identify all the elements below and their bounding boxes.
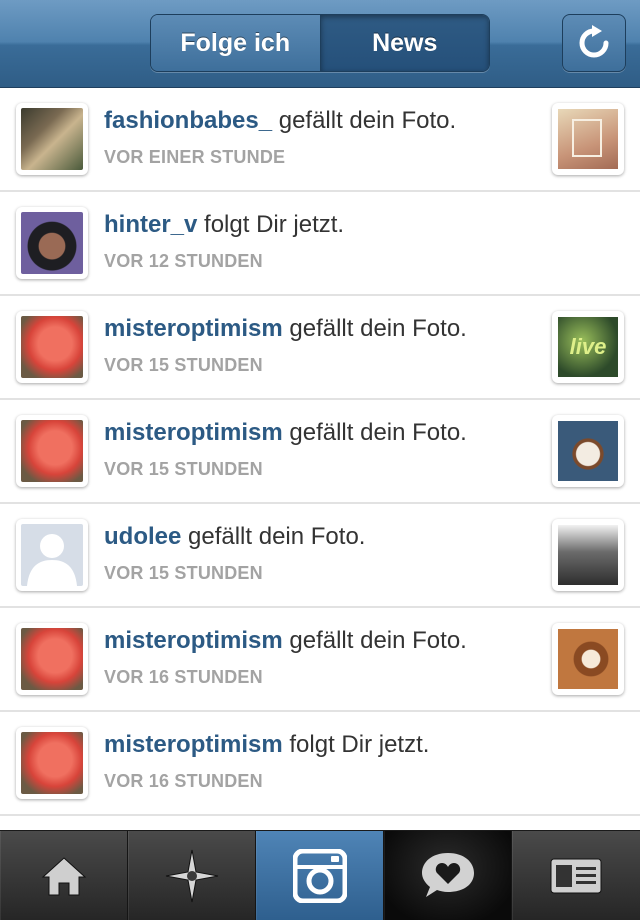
tab-explore[interactable]: [128, 831, 256, 920]
activity-text: gefällt dein Foto.: [282, 419, 467, 446]
news-feed-list[interactable]: fashionbabes_ gefällt dein Foto. VOR EIN…: [0, 88, 640, 816]
timestamp: VOR 16 STUNDEN: [104, 771, 263, 791]
avatar[interactable]: [16, 415, 88, 487]
avatar[interactable]: [16, 623, 88, 695]
timestamp: VOR 16 STUNDEN: [104, 667, 263, 687]
list-item[interactable]: misteroptimism folgt Dir jetzt. VOR 16 S…: [0, 712, 640, 816]
avatar[interactable]: [16, 519, 88, 591]
home-icon: [41, 857, 86, 896]
username-link[interactable]: fashionbabes_: [104, 107, 272, 134]
timestamp: VOR EINER STUNDE: [104, 147, 286, 167]
tab-home[interactable]: [0, 831, 128, 920]
avatar[interactable]: [16, 103, 88, 175]
activity-text: folgt Dir jetzt.: [282, 731, 430, 758]
tab-camera[interactable]: [256, 831, 384, 920]
camera-icon: [292, 849, 347, 903]
tab-profile[interactable]: [512, 831, 640, 920]
avatar[interactable]: [16, 727, 88, 799]
activity-text: gefällt dein Foto.: [282, 315, 467, 342]
top-nav-bar: Folge ich News: [0, 0, 640, 88]
username-link[interactable]: hinter_v: [104, 211, 197, 238]
thumbnail-caption: live: [558, 317, 618, 377]
refresh-button[interactable]: [562, 14, 626, 72]
news-heart-bubble-icon: [421, 853, 474, 897]
username-link[interactable]: misteroptimism: [104, 419, 283, 446]
list-item[interactable]: udolee gefällt dein Foto. VOR 15 STUNDEN: [0, 504, 640, 608]
timestamp: VOR 12 STUNDEN: [104, 251, 263, 271]
activity-text: gefällt dein Foto.: [272, 107, 457, 134]
segmented-control: Folge ich News: [150, 14, 490, 72]
username-link[interactable]: udolee: [104, 523, 181, 550]
timestamp: VOR 15 STUNDEN: [104, 459, 263, 479]
photo-thumbnail[interactable]: live: [552, 311, 624, 383]
profile-card-icon: [550, 858, 602, 894]
list-item[interactable]: fashionbabes_ gefällt dein Foto. VOR EIN…: [0, 88, 640, 192]
activity-text: folgt Dir jetzt.: [197, 211, 345, 238]
tab-news[interactable]: News: [320, 15, 489, 71]
refresh-icon: [579, 25, 609, 58]
activity-text: gefällt dein Foto.: [181, 523, 366, 550]
timestamp: VOR 15 STUNDEN: [104, 355, 263, 375]
photo-thumbnail[interactable]: [552, 623, 624, 695]
username-link[interactable]: misteroptimism: [104, 731, 283, 758]
list-item[interactable]: hinter_v folgt Dir jetzt. VOR 12 STUNDEN: [0, 192, 640, 296]
default-avatar-icon: [27, 534, 77, 586]
explore-star-icon: [165, 849, 218, 903]
photo-thumbnail[interactable]: [552, 103, 624, 175]
username-link[interactable]: misteroptimism: [104, 627, 283, 654]
photo-thumbnail[interactable]: [552, 519, 624, 591]
photo-thumbnail[interactable]: [552, 415, 624, 487]
list-item[interactable]: misteroptimism gefällt dein Foto. VOR 16…: [0, 608, 640, 712]
list-item[interactable]: misteroptimism gefällt dein Foto. VOR 15…: [0, 400, 640, 504]
avatar[interactable]: [16, 311, 88, 383]
activity-text: gefällt dein Foto.: [282, 627, 467, 654]
list-item[interactable]: misteroptimism gefällt dein Foto. VOR 15…: [0, 296, 640, 400]
tab-folge-ich[interactable]: Folge ich: [151, 15, 321, 71]
timestamp: VOR 15 STUNDEN: [104, 563, 263, 583]
bottom-tab-bar: [0, 830, 640, 920]
username-link[interactable]: misteroptimism: [104, 315, 283, 342]
tab-news[interactable]: [384, 831, 512, 920]
avatar[interactable]: [16, 207, 88, 279]
